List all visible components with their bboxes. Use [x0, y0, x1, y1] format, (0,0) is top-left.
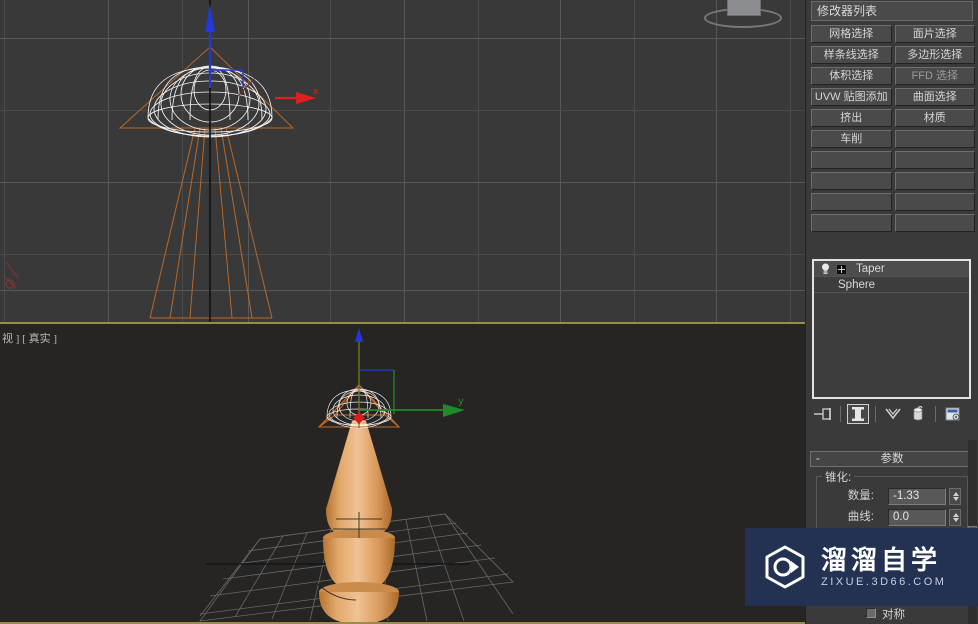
- toolbar-divider: [840, 406, 841, 422]
- viewport-bottom-label: 视 ] [ 真实 ]: [2, 333, 57, 345]
- viewport-top[interactable]: x: [0, 0, 805, 322]
- modifier-button-uvw-map-add[interactable]: UVW 贴图添加: [811, 88, 892, 106]
- modifier-button-empty[interactable]: [811, 172, 892, 190]
- amount-param-row: 数量: -1.33: [816, 488, 968, 505]
- modifier-button-empty[interactable]: [811, 193, 892, 211]
- app-root: x y 视] [真实] 修改器列表 网格选择 面片选择 样条线选择 多边形…: [0, 0, 978, 624]
- amount-label: 数量:: [847, 490, 874, 502]
- modifier-button-mesh-select[interactable]: 网格选择: [811, 25, 892, 43]
- viewcube-cube-icon[interactable]: [727, 0, 761, 16]
- show-end-result-icon[interactable]: [847, 404, 869, 424]
- modifier-button-row: 车削: [811, 130, 975, 148]
- modifier-button-empty[interactable]: [811, 214, 892, 232]
- make-unique-icon[interactable]: [882, 404, 904, 424]
- modifier-button-row: [811, 193, 975, 211]
- modifier-button-row: [811, 151, 975, 169]
- modifier-button-poly-select[interactable]: 多边形选择: [894, 46, 975, 64]
- taper-group-label: 锥化:: [822, 469, 855, 485]
- modifier-button-row: 挤出 材质: [811, 109, 975, 127]
- modifier-button-row: [811, 172, 975, 190]
- play-logo-icon: [765, 545, 805, 589]
- viewport-area: x y 视] [真实]: [0, 0, 805, 624]
- modifier-button-row: 样条线选择 多边形选择: [811, 46, 975, 64]
- toolbar-divider: [875, 406, 876, 422]
- parameters-rollout-header[interactable]: - 参数: [810, 451, 974, 467]
- watermark-cn: 溜溜自学: [821, 545, 942, 575]
- pin-stack-icon[interactable]: [812, 404, 834, 424]
- modifier-button-patch-select[interactable]: 面片选择: [894, 25, 975, 43]
- modifier-button-ffd-select[interactable]: FFD 选择: [894, 67, 975, 85]
- modifier-button-lathe[interactable]: 车削: [811, 130, 892, 148]
- modifier-button-row: UVW 贴图添加 曲面选择: [811, 88, 975, 106]
- amount-spinner[interactable]: [949, 488, 961, 505]
- lightbulb-icon[interactable]: [820, 263, 831, 275]
- toolbar-divider: [935, 406, 936, 422]
- curve-param-row: 曲线: 0.0: [816, 509, 968, 526]
- watermark-text: 溜溜自学 ZIXUE.3D66.COM: [821, 545, 946, 589]
- modifier-button-material[interactable]: 材质: [894, 109, 975, 127]
- modifier-button-extrude[interactable]: 挤出: [811, 109, 892, 127]
- modifier-button-row: [811, 214, 975, 232]
- viewport-bottom-scene: y: [199, 328, 514, 622]
- modifier-button-empty[interactable]: [811, 151, 892, 169]
- curve-field[interactable]: 0.0: [888, 509, 946, 526]
- watermark: 溜溜自学 ZIXUE.3D66.COM: [745, 528, 978, 606]
- viewport-top-scene: x: [3, 0, 319, 322]
- modifier-button-sets: 网格选择 面片选择 样条线选择 多边形选择 体积选择 FFD 选择 UVW 贴图…: [811, 25, 975, 235]
- curve-label: 曲线:: [847, 511, 874, 523]
- modifier-button-volume-select[interactable]: 体积选择: [811, 67, 892, 85]
- symmetry-checkbox[interactable]: [866, 608, 876, 618]
- modifier-button-surface-select[interactable]: 曲面选择: [894, 88, 975, 106]
- modifier-stack-item-taper[interactable]: Taper: [814, 261, 969, 277]
- subobject-expand-icon[interactable]: [836, 264, 847, 275]
- modifier-button-empty[interactable]: [894, 172, 975, 190]
- modifier-list-dropdown[interactable]: 修改器列表: [811, 1, 973, 21]
- viewport-bottom[interactable]: y 左 视 ] [ 真实 ]: [0, 322, 805, 624]
- modifier-stack-toolbar: [812, 402, 971, 426]
- modifier-button-row: 体积选择 FFD 选择: [811, 67, 975, 85]
- remove-modifier-icon[interactable]: [907, 404, 929, 424]
- watermark-en: ZIXUE.3D66.COM: [821, 576, 947, 588]
- modifier-stack-item-label: Taper: [856, 263, 885, 275]
- modifier-button-empty[interactable]: [894, 193, 975, 211]
- svg-text:y: y: [458, 396, 464, 407]
- symmetry-label: 对称: [882, 609, 905, 621]
- rollout-collapse-icon[interactable]: -: [816, 452, 820, 466]
- modifier-stack-item-label: Sphere: [838, 279, 876, 291]
- modifier-button-empty[interactable]: [894, 214, 975, 232]
- modifier-stack[interactable]: Taper Sphere: [812, 259, 971, 399]
- configure-modifier-sets-icon[interactable]: [942, 404, 964, 424]
- modifier-button-empty[interactable]: [894, 130, 975, 148]
- curve-spinner[interactable]: [949, 509, 961, 526]
- modifier-button-row: 网格选择 面片选择: [811, 25, 975, 43]
- svg-text:x: x: [313, 87, 319, 97]
- modifier-stack-item-sphere[interactable]: Sphere: [814, 277, 969, 293]
- modifier-list-value[interactable]: 修改器列表: [811, 1, 973, 21]
- modifier-button-empty[interactable]: [894, 151, 975, 169]
- amount-field[interactable]: -1.33: [888, 488, 946, 505]
- modifier-button-spline-select[interactable]: 样条线选择: [811, 46, 892, 64]
- rollout-title: 参数: [880, 453, 904, 465]
